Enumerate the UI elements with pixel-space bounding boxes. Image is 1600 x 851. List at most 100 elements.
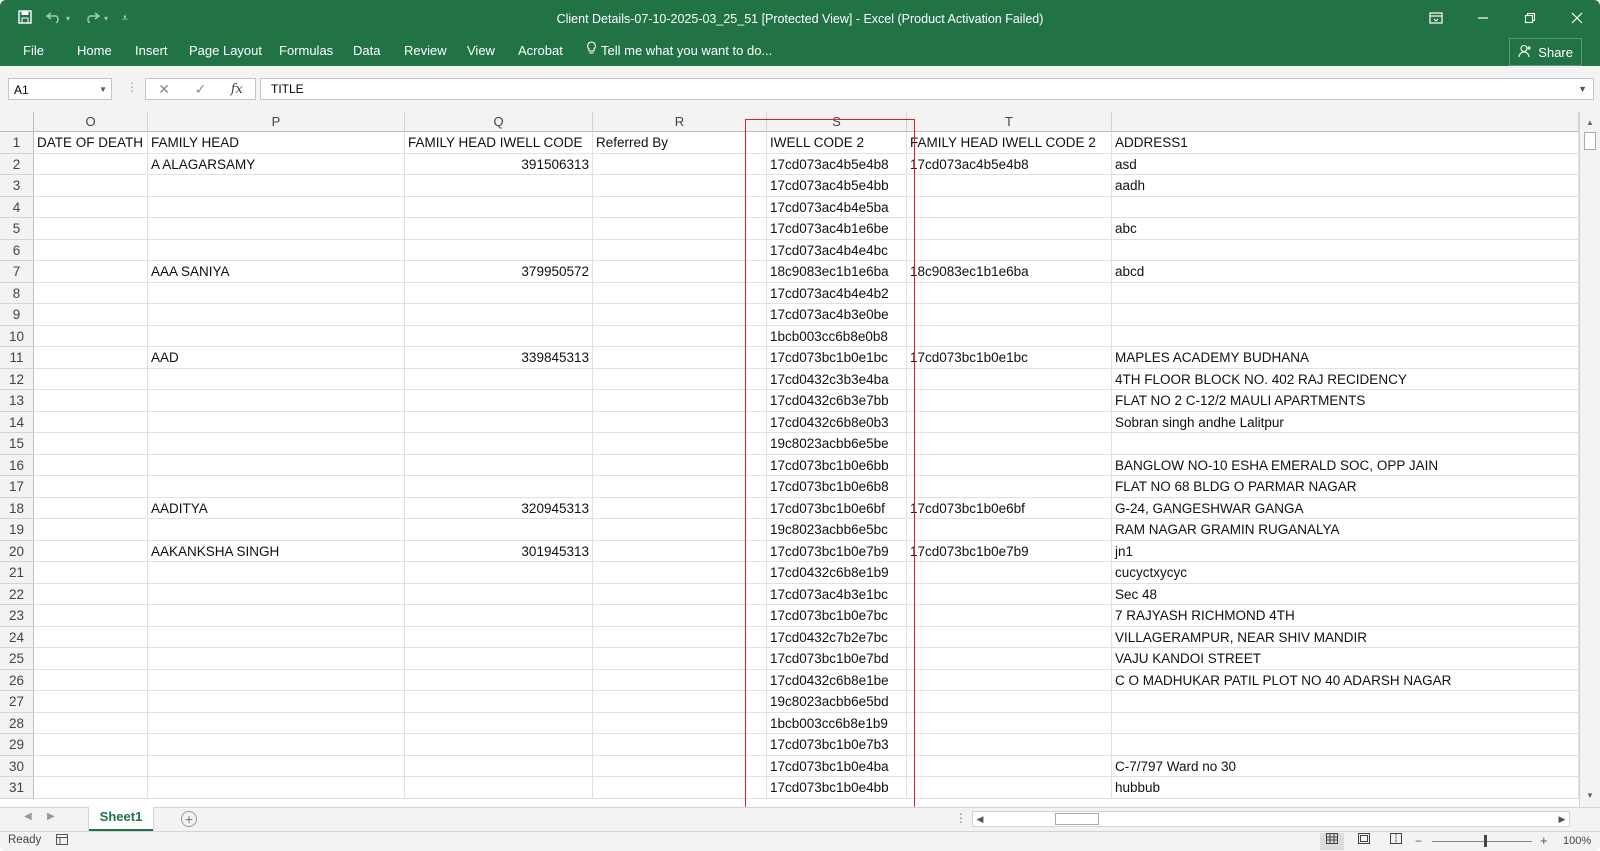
cell[interactable]: 17cd073bc1b0e4ba	[767, 755, 907, 777]
cell[interactable]	[405, 304, 593, 326]
tab-view[interactable]: View	[467, 36, 495, 66]
cell[interactable]: FAMILY HEAD	[148, 132, 405, 154]
cell[interactable]	[34, 519, 148, 541]
row-header[interactable]: 20	[0, 540, 34, 562]
cell[interactable]: FLAT NO 2 C-12/2 MAULI APARTMENTS	[1112, 390, 1579, 412]
scroll-up-icon[interactable]: ▲	[1583, 116, 1597, 130]
cell[interactable]	[907, 669, 1112, 691]
cell[interactable]: Sobran singh andhe Lalitpur	[1112, 411, 1579, 433]
cell[interactable]	[148, 669, 405, 691]
cell[interactable]	[593, 777, 767, 799]
cell[interactable]	[34, 669, 148, 691]
cell[interactable]: RAM NAGAR GRAMIN RUGANALYA	[1112, 519, 1579, 541]
scroll-right-icon[interactable]: ▶	[1555, 812, 1569, 826]
cell[interactable]	[1112, 691, 1579, 713]
row-header[interactable]: 28	[0, 712, 34, 734]
name-box-dropdown-icon[interactable]: ▼	[99, 79, 107, 101]
cell[interactable]: 17cd073bc1b0e6bb	[767, 454, 907, 476]
cell[interactable]	[1112, 239, 1579, 261]
cell[interactable]	[593, 605, 767, 627]
cell[interactable]	[34, 497, 148, 519]
cell[interactable]: 17cd073ac4b5e4b8	[767, 153, 907, 175]
row-header[interactable]: 23	[0, 605, 34, 627]
cell[interactable]	[907, 562, 1112, 584]
row-header[interactable]: 8	[0, 282, 34, 304]
cell[interactable]: FLAT NO 68 BLDG O PARMAR NAGAR	[1112, 476, 1579, 498]
cell[interactable]	[405, 626, 593, 648]
cell[interactable]	[148, 777, 405, 799]
cell[interactable]	[34, 691, 148, 713]
vertical-scroll-thumb[interactable]	[1584, 132, 1596, 150]
cell[interactable]: asd	[1112, 153, 1579, 175]
cell[interactable]: 391506313	[405, 153, 593, 175]
cell[interactable]	[405, 390, 593, 412]
cell[interactable]: 320945313	[405, 497, 593, 519]
cell[interactable]	[593, 282, 767, 304]
cell[interactable]: 301945313	[405, 540, 593, 562]
row-header[interactable]: 10	[0, 325, 34, 347]
cell[interactable]: abc	[1112, 218, 1579, 240]
cell[interactable]: 17cd073bc1b0e7bc	[767, 605, 907, 627]
cell[interactable]	[1112, 734, 1579, 756]
row-header[interactable]: 9	[0, 304, 34, 326]
cell[interactable]	[34, 562, 148, 584]
row-header[interactable]: 24	[0, 626, 34, 648]
customize-qat-icon[interactable]: ⩡	[122, 13, 128, 24]
cell[interactable]: 18c9083ec1b1e6ba	[767, 261, 907, 283]
tab-page-layout[interactable]: Page Layout	[189, 36, 262, 66]
cell[interactable]	[1112, 325, 1579, 347]
cell[interactable]	[593, 648, 767, 670]
tab-formulas[interactable]: Formulas	[279, 36, 333, 66]
row-header[interactable]: 11	[0, 347, 34, 369]
cell[interactable]	[907, 691, 1112, 713]
cell[interactable]: 1bcb003cc6b8e0b8	[767, 325, 907, 347]
cell[interactable]	[593, 196, 767, 218]
cell[interactable]	[405, 777, 593, 799]
cell[interactable]: 1bcb003cc6b8e1b9	[767, 712, 907, 734]
cell[interactable]	[907, 583, 1112, 605]
cell[interactable]	[148, 648, 405, 670]
cell[interactable]: VILLAGERAMPUR, NEAR SHIV MANDIR	[1112, 626, 1579, 648]
cell[interactable]	[148, 626, 405, 648]
page-layout-view-icon[interactable]	[1352, 833, 1376, 850]
cell[interactable]	[405, 519, 593, 541]
save-icon[interactable]	[18, 9, 32, 27]
horizontal-scrollbar[interactable]: ◀ ▶	[972, 811, 1570, 827]
cell[interactable]	[907, 196, 1112, 218]
cell[interactable]	[405, 605, 593, 627]
cell[interactable]	[148, 175, 405, 197]
zoom-out-icon[interactable]: −	[1415, 834, 1422, 848]
row-header[interactable]: 15	[0, 433, 34, 455]
cell[interactable]	[593, 368, 767, 390]
column-header-s[interactable]: S	[767, 112, 907, 132]
cell[interactable]: 17cd073bc1b0e1bc	[767, 347, 907, 369]
cell[interactable]	[593, 583, 767, 605]
cell[interactable]	[593, 476, 767, 498]
minimize-icon[interactable]	[1459, 0, 1506, 36]
row-header[interactable]: 5	[0, 218, 34, 240]
cell[interactable]	[34, 411, 148, 433]
cell[interactable]	[34, 175, 148, 197]
cell[interactable]	[907, 519, 1112, 541]
row-header[interactable]: 17	[0, 476, 34, 498]
cell[interactable]: 339845313	[405, 347, 593, 369]
cell[interactable]	[34, 239, 148, 261]
cell[interactable]: VAJU KANDOI STREET	[1112, 648, 1579, 670]
zoom-in-icon[interactable]: +	[1540, 833, 1548, 848]
cell[interactable]: 17cd073ac4b5e4b8	[907, 153, 1112, 175]
cell[interactable]	[34, 712, 148, 734]
cell[interactable]: 19c8023acbb6e5bd	[767, 691, 907, 713]
row-header[interactable]: 31	[0, 777, 34, 799]
undo-icon[interactable]	[45, 10, 62, 26]
cell[interactable]	[148, 390, 405, 412]
cell[interactable]: abcd	[1112, 261, 1579, 283]
cell[interactable]: hubbub	[1112, 777, 1579, 799]
cell[interactable]	[907, 605, 1112, 627]
cell[interactable]	[907, 175, 1112, 197]
cell[interactable]: 17cd073ac4b4e5ba	[767, 196, 907, 218]
row-header[interactable]: 16	[0, 454, 34, 476]
cell[interactable]	[405, 691, 593, 713]
ribbon-display-options-icon[interactable]	[1412, 0, 1459, 36]
cell[interactable]: Sec 48	[1112, 583, 1579, 605]
cell[interactable]	[34, 605, 148, 627]
